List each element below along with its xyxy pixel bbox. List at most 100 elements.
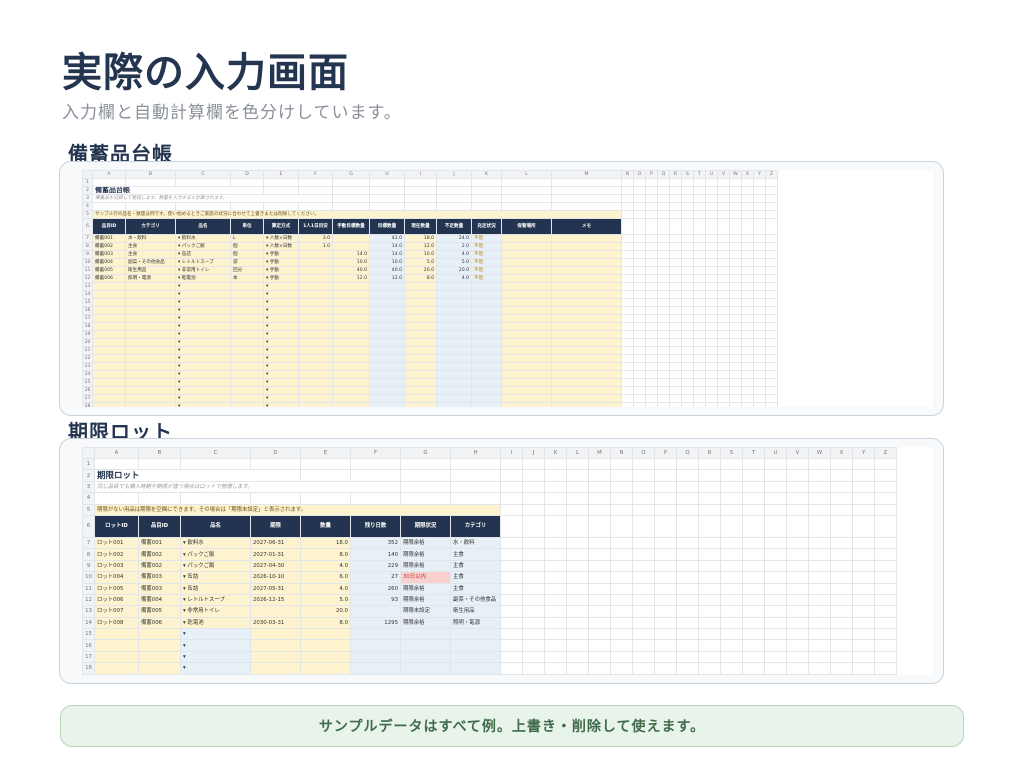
row-number[interactable]: 11 [82, 266, 93, 275]
cell[interactable] [588, 616, 611, 630]
cell[interactable] [753, 202, 766, 211]
cell[interactable] [404, 378, 437, 387]
cell[interactable] [852, 673, 875, 675]
cell[interactable] [610, 548, 633, 561]
cell[interactable] [808, 536, 831, 550]
cell[interactable] [764, 548, 787, 561]
data-cell[interactable]: 備蓄002 [138, 548, 181, 561]
data-cell[interactable]: ▾ 人数×日数 [263, 242, 299, 251]
data-cell[interactable]: 主食 [450, 559, 501, 573]
cell[interactable] [717, 258, 730, 267]
column-letter[interactable]: V [786, 447, 809, 459]
cell[interactable] [742, 628, 765, 641]
data-cell[interactable]: 主食 [125, 250, 176, 259]
cell[interactable] [681, 250, 694, 259]
cell[interactable] [500, 673, 523, 675]
cell[interactable] [830, 559, 853, 573]
cell[interactable] [125, 282, 176, 291]
cell[interactable] [742, 559, 765, 573]
data-cell[interactable]: 140 [350, 548, 401, 561]
cell[interactable] [657, 218, 670, 235]
data-cell[interactable]: 10.0 [332, 258, 370, 267]
cell[interactable] [874, 605, 897, 618]
cell[interactable] [621, 362, 634, 371]
data-cell[interactable] [298, 258, 333, 267]
cell[interactable] [764, 673, 787, 675]
data-cell[interactable] [551, 250, 622, 259]
data-cell[interactable]: 3.0 [298, 234, 333, 243]
cell[interactable] [436, 394, 472, 403]
cell[interactable] [400, 492, 451, 505]
cell[interactable] [753, 346, 766, 355]
data-cell[interactable]: ▾ パックご飯 [180, 559, 251, 573]
cell[interactable] [657, 370, 670, 379]
cell[interactable] [369, 298, 405, 307]
data-cell[interactable]: 6.0 [300, 571, 351, 584]
cell[interactable] [471, 282, 502, 291]
cell[interactable] [654, 457, 677, 471]
cell[interactable] [729, 378, 742, 387]
cell[interactable] [693, 346, 706, 355]
cell[interactable] [436, 338, 472, 347]
cell[interactable] [501, 298, 552, 307]
column-letter[interactable]: T [693, 170, 706, 179]
cell[interactable] [874, 469, 897, 482]
cell[interactable] [741, 274, 754, 283]
cell[interactable] [654, 480, 677, 494]
cell[interactable] [874, 616, 897, 630]
cell[interactable] [400, 628, 451, 641]
data-cell[interactable]: 1.0 [298, 242, 333, 251]
cell[interactable] [400, 673, 451, 675]
cell[interactable] [729, 290, 742, 299]
cell[interactable] [753, 314, 766, 323]
cell[interactable] [369, 402, 405, 407]
column-letter[interactable]: K [544, 447, 567, 459]
cell[interactable] [566, 673, 589, 675]
cell[interactable] [125, 378, 176, 387]
column-letter[interactable]: L [501, 170, 552, 179]
cell[interactable] [676, 616, 699, 630]
cell[interactable] [645, 322, 658, 331]
column-header[interactable]: 1人1日目安 [298, 218, 333, 235]
cell[interactable] [669, 314, 682, 323]
cell[interactable] [369, 282, 405, 291]
row-number[interactable]: 5 [82, 210, 93, 219]
cell[interactable] [741, 250, 754, 259]
cell[interactable] [250, 650, 301, 664]
cell[interactable] [230, 354, 264, 363]
data-cell[interactable]: 期限未設定 [400, 605, 451, 618]
column-letter[interactable]: E [263, 170, 299, 179]
cell[interactable] [808, 457, 831, 471]
cell[interactable] [717, 274, 730, 283]
cell[interactable] [138, 673, 181, 675]
cell[interactable]: ▾ [175, 282, 231, 291]
cell[interactable] [645, 386, 658, 395]
data-cell[interactable] [551, 274, 622, 283]
column-letter[interactable]: D [250, 447, 301, 459]
dropdown-arrow-icon[interactable]: ▾ [266, 300, 268, 305]
data-cell[interactable]: 1295 [350, 616, 401, 630]
cell[interactable] [698, 673, 721, 675]
cell[interactable] [654, 593, 677, 607]
cell[interactable] [298, 370, 333, 379]
data-cell[interactable] [350, 605, 401, 618]
cell[interactable] [369, 362, 405, 371]
cell[interactable] [669, 186, 682, 195]
cell[interactable] [705, 210, 718, 219]
cell[interactable] [705, 242, 718, 251]
cell[interactable] [753, 234, 766, 243]
cell[interactable] [125, 362, 176, 371]
cell[interactable] [621, 314, 634, 323]
data-cell[interactable]: 14.0 [369, 242, 405, 251]
cell[interactable] [808, 548, 831, 561]
data-cell[interactable]: 個 [230, 242, 264, 251]
data-cell[interactable]: 2027-01-31 [250, 548, 301, 561]
data-cell[interactable]: 12.0 [369, 274, 405, 283]
cell[interactable] [621, 266, 634, 275]
cell[interactable] [681, 322, 694, 331]
data-cell[interactable] [501, 242, 552, 251]
cell[interactable] [717, 194, 730, 203]
data-cell[interactable] [551, 266, 622, 275]
cell[interactable] [566, 628, 589, 641]
column-letter[interactable]: H [369, 170, 405, 179]
